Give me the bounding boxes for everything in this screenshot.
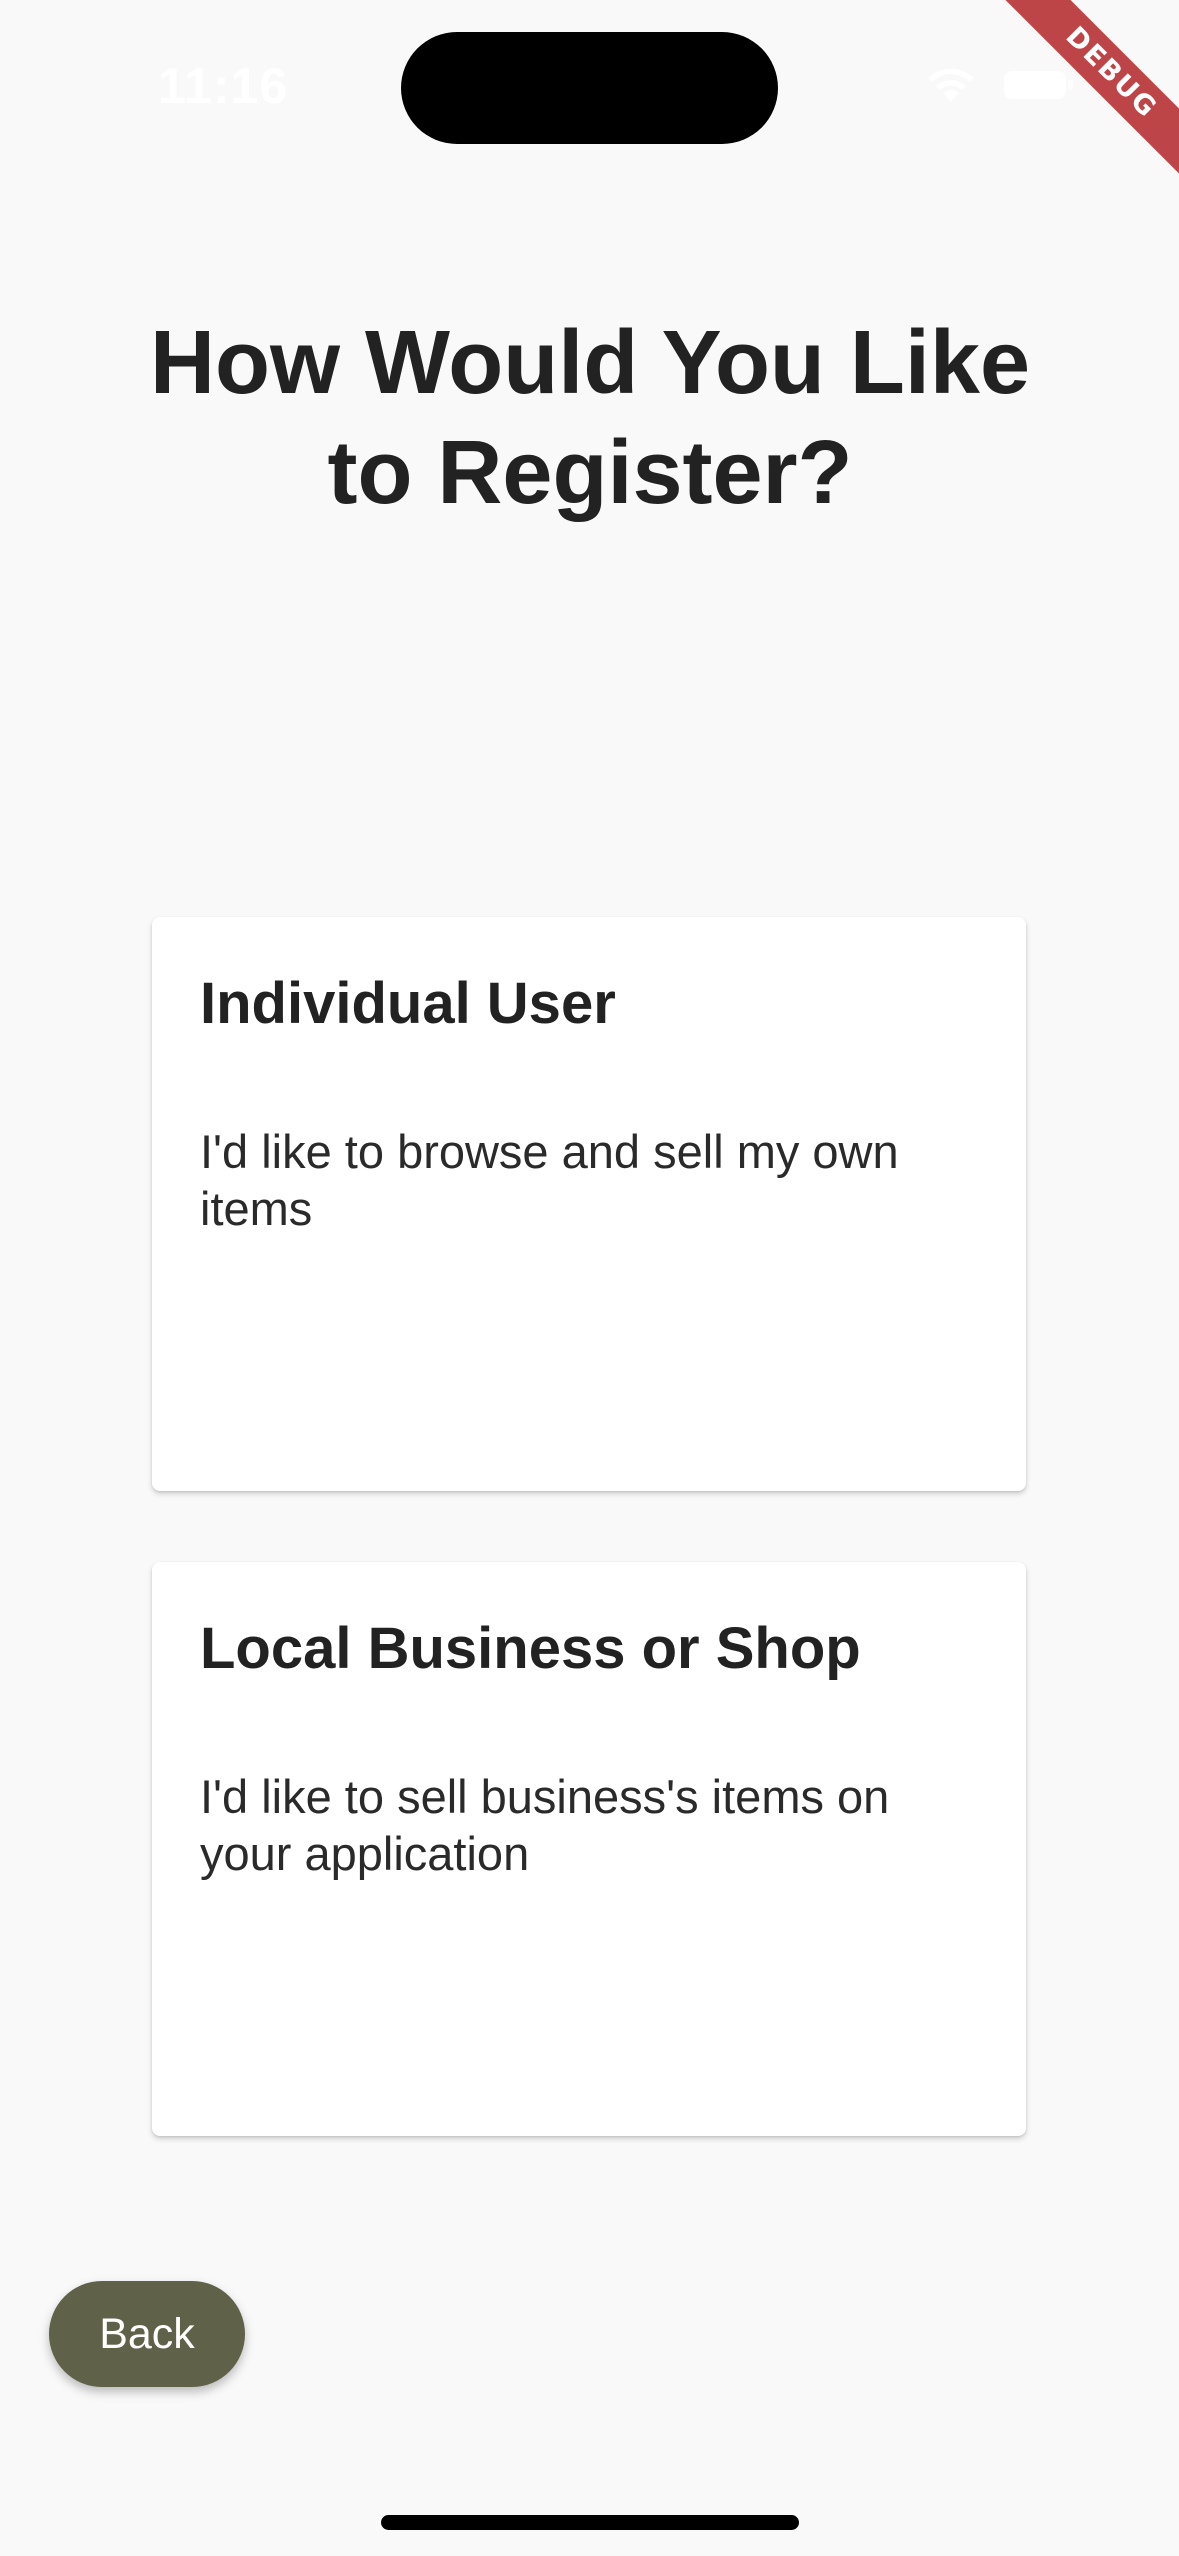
- page-title: How Would You Like to Register?: [150, 313, 1031, 523]
- individual-user-card-title: Individual User: [200, 971, 616, 1036]
- local-business-card-description: I'd like to sell business's items on you…: [200, 1770, 890, 1880]
- status-bar-time: 11:16: [158, 58, 289, 114]
- local-business-card-title: Local Business or Shop: [200, 1616, 861, 1681]
- debug-banner: DEBUG: [979, 0, 1179, 200]
- individual-user-card-description: I'd like to browse and sell my own items: [200, 1125, 899, 1235]
- back-button[interactable]: Back: [49, 2281, 245, 2387]
- wifi-icon: [928, 68, 974, 102]
- local-business-card[interactable]: Local Business or Shop I'd like to sell …: [152, 1562, 1026, 2136]
- home-indicator[interactable]: [381, 2515, 799, 2530]
- dynamic-island: [401, 32, 778, 144]
- debug-banner-label: DEBUG: [988, 0, 1179, 196]
- individual-user-card[interactable]: Individual User I'd like to browse and s…: [152, 917, 1026, 1491]
